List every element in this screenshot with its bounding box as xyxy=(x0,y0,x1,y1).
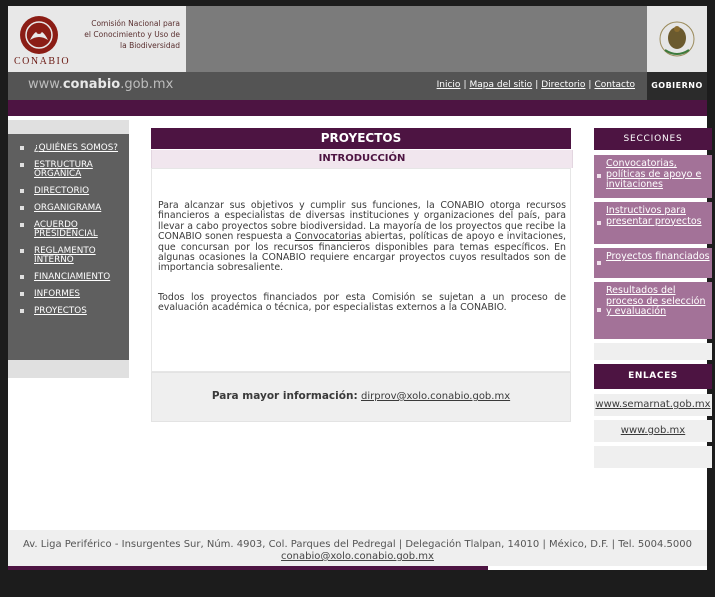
nav-link[interactable]: ACUERDO PRESIDENCIAL xyxy=(34,220,98,239)
nav-link[interactable]: ORGANIGRAMA xyxy=(34,203,101,213)
bullet-icon xyxy=(20,249,24,253)
sections-header: SECCIONES xyxy=(594,128,712,150)
external-link[interactable]: www.semarnat.gob.mx xyxy=(595,399,710,410)
nav-link[interactable]: INFORMES xyxy=(34,289,80,299)
links-spacer xyxy=(594,446,712,468)
logo-text-line: la Biodiversidad xyxy=(120,41,180,50)
nav-link[interactable]: PROYECTOS xyxy=(34,306,87,316)
separator: | xyxy=(588,80,592,90)
footer-email-line: conabio@xolo.conabio.gob.mx xyxy=(8,551,707,562)
nav-link[interactable]: ¿QUIÉNES SOMOS? xyxy=(34,143,118,153)
left-nav-bottom-cap xyxy=(8,360,129,378)
footer-accent-bar xyxy=(8,566,488,570)
bullet-icon xyxy=(20,206,24,210)
nav-item-directorio: DIRECTORIO xyxy=(8,187,129,196)
section-subtitle: INTRODUCCIÓN xyxy=(151,150,573,168)
nav-item-estructura-organica: ESTRUCTURA ORGÁNICA xyxy=(8,161,129,179)
window-frame-left xyxy=(0,0,8,597)
contact-email-link[interactable]: dirprov@xolo.conabio.gob.mx xyxy=(361,391,510,402)
nav-item-acuerdo-presidencial: ACUERDO PRESIDENCIAL xyxy=(8,221,129,239)
top-links: Inicio | Mapa del sitio | Directorio | Contact… xyxy=(437,80,635,90)
logo-institution-name: Comisión Nacional para el Conocimiento y… xyxy=(68,18,180,51)
nav-link[interactable]: DIRECTORIO xyxy=(34,186,89,196)
link-inicio[interactable]: Inicio xyxy=(437,80,461,90)
intro-paragraph: Para alcanzar sus objetivos y cumplir su… xyxy=(158,200,566,274)
section-link[interactable]: Proyectos financiados xyxy=(606,251,710,263)
contact-info-box: Para mayor información: dirprov@xolo.con… xyxy=(151,372,571,422)
nav-item-financiamiento: FINANCIAMIENTO xyxy=(8,273,129,282)
gobierno-label[interactable]: GOBIERNO xyxy=(647,72,707,100)
nav-item-organigrama: ORGANIGRAMA xyxy=(8,204,129,213)
nav-link[interactable]: ESTRUCTURA ORGÁNICA xyxy=(34,160,93,179)
footer-address: Av. Liga Periférico - Insurgentes Sur, N… xyxy=(23,539,692,550)
header-banner xyxy=(186,6,647,72)
section-item-convocatorias: Convocatorias, políticas de apoyo e invi… xyxy=(594,155,712,198)
mexico-coat-of-arms[interactable] xyxy=(647,6,707,72)
bullet-icon xyxy=(20,223,24,227)
nav-link[interactable]: REGLAMENTO INTERNO xyxy=(34,246,96,265)
section-link[interactable]: Convocatorias, políticas de apoyo e invi… xyxy=(606,158,710,191)
site-url[interactable]: www.conabio.gob.mx xyxy=(28,77,173,92)
external-link[interactable]: www.gob.mx xyxy=(621,425,685,436)
nav-item-proyectos: PROYECTOS xyxy=(8,307,129,316)
separator: | xyxy=(535,80,539,90)
section-item-instructivos: Instructivos para presentar proyectos xyxy=(594,202,712,244)
bullet-icon xyxy=(20,146,24,150)
bullet-icon xyxy=(597,221,601,225)
nav-item-quienes-somos: ¿QUIÉNES SOMOS? xyxy=(8,144,129,153)
link-item-semarnat: www.semarnat.gob.mx xyxy=(594,394,712,416)
site-url-bold: conabio xyxy=(62,77,121,92)
site-url-prefix: www. xyxy=(28,77,63,92)
nav-link[interactable]: FINANCIAMIENTO xyxy=(34,272,110,282)
site-url-suffix: .gob.mx xyxy=(120,77,174,92)
link-item-gob: www.gob.mx xyxy=(594,420,712,442)
links-header: ENLACES xyxy=(594,364,712,389)
convocatorias-link[interactable]: Convocatorias xyxy=(295,231,362,242)
bullet-icon xyxy=(20,189,24,193)
section-link[interactable]: Instructivos para presentar proyectos xyxy=(606,205,710,227)
bullet-icon xyxy=(20,163,24,167)
window-frame-bottom xyxy=(0,570,715,597)
bullet-icon xyxy=(597,174,601,178)
logo-wordmark: CONABIO xyxy=(14,56,71,67)
section-link[interactable]: Resultados del proceso de selección y ev… xyxy=(606,285,710,318)
bullet-icon xyxy=(20,309,24,313)
bullet-icon xyxy=(597,261,601,265)
logo-text-line: el Conocimiento y Uso de xyxy=(84,30,180,39)
header-accent-bar xyxy=(8,100,707,116)
contact-label: Para mayor información: xyxy=(211,390,358,402)
link-directorio[interactable]: Directorio xyxy=(541,80,585,90)
left-nav-top-cap xyxy=(8,120,129,134)
footer-email-link[interactable]: conabio@xolo.conabio.gob.mx xyxy=(281,551,434,562)
page-footer: Av. Liga Periférico - Insurgentes Sur, N… xyxy=(8,530,707,566)
section-item-resultados: Resultados del proceso de selección y ev… xyxy=(594,282,712,339)
link-mapa-del-sitio[interactable]: Mapa del sitio xyxy=(469,80,532,90)
bullet-icon xyxy=(597,308,601,312)
bullet-icon xyxy=(20,292,24,296)
nav-item-informes: INFORMES xyxy=(8,290,129,299)
conabio-logo-block[interactable]: CONABIO Comisión Nacional para el Conoci… xyxy=(8,6,186,73)
eagle-seal-icon xyxy=(659,21,695,57)
contact-line: Para mayor información: dirprov@xolo.con… xyxy=(152,390,570,402)
logo-text-line: Comisión Nacional para xyxy=(91,19,180,28)
bullet-icon xyxy=(20,275,24,279)
left-nav: ¿QUIÉNES SOMOS? ESTRUCTURA ORGÁNICA DIRE… xyxy=(8,134,129,360)
evaluation-paragraph: Todos los proyectos financiados por esta… xyxy=(158,292,566,314)
separator: | xyxy=(463,80,467,90)
sections-spacer xyxy=(594,343,712,360)
nav-item-reglamento-interno: REGLAMENTO INTERNO xyxy=(8,247,129,265)
content-body: Para alcanzar sus objetivos y cumplir su… xyxy=(151,168,571,372)
conabio-emblem-icon xyxy=(20,16,58,54)
section-item-proyectos-financiados: Proyectos financiados xyxy=(594,248,712,278)
top-nav-bar: www.conabio.gob.mx Inicio | Mapa del sitio… xyxy=(8,72,707,100)
link-contacto[interactable]: Contacto xyxy=(594,80,635,90)
page-title: PROYECTOS xyxy=(151,128,571,149)
